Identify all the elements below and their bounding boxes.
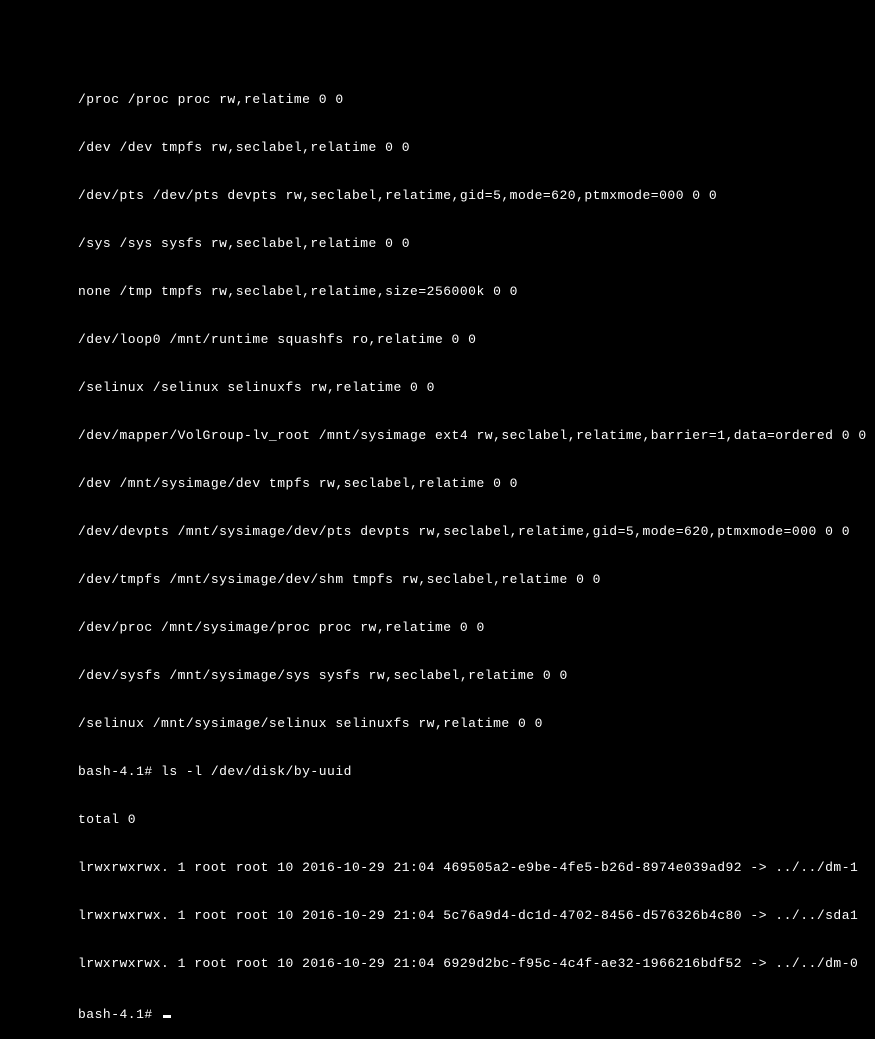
mount-line: /dev/mapper/VolGroup-lv_root /mnt/sysima… [78, 428, 875, 444]
ls-line: lrwxrwxrwx. 1 root root 10 2016-10-29 21… [78, 908, 875, 924]
ls-line: lrwxrwxrwx. 1 root root 10 2016-10-29 21… [78, 860, 875, 876]
mount-line: none /tmp tmpfs rw,seclabel,relatime,siz… [78, 284, 875, 300]
mount-line: /dev /dev tmpfs rw,seclabel,relatime 0 0 [78, 140, 875, 156]
terminal-output[interactable]: /proc /proc proc rw,relatime 0 0 /dev /d… [78, 60, 875, 1039]
mount-line: /dev/pts /dev/pts devpts rw,seclabel,rel… [78, 188, 875, 204]
mount-line: /dev/sysfs /mnt/sysimage/sys sysfs rw,se… [78, 668, 875, 684]
command-line: bash-4.1# ls -l /dev/disk/by-uuid [78, 764, 875, 780]
shell-prompt[interactable]: bash-4.1# [78, 1004, 875, 1023]
mount-line: /dev /mnt/sysimage/dev tmpfs rw,seclabel… [78, 476, 875, 492]
cursor-icon [163, 1015, 171, 1018]
mount-line: /dev/loop0 /mnt/runtime squashfs ro,rela… [78, 332, 875, 348]
mount-line: /selinux /mnt/sysimage/selinux selinuxfs… [78, 716, 875, 732]
mount-line: /selinux /selinux selinuxfs rw,relatime … [78, 380, 875, 396]
mount-line: /proc /proc proc rw,relatime 0 0 [78, 92, 875, 108]
output-line: total 0 [78, 812, 875, 828]
mount-line: /dev/proc /mnt/sysimage/proc proc rw,rel… [78, 620, 875, 636]
mount-line: /dev/devpts /mnt/sysimage/dev/pts devpts… [78, 524, 875, 540]
ls-line: lrwxrwxrwx. 1 root root 10 2016-10-29 21… [78, 956, 875, 972]
mount-line: /dev/tmpfs /mnt/sysimage/dev/shm tmpfs r… [78, 572, 875, 588]
prompt-text: bash-4.1# [78, 1007, 161, 1023]
mount-line: /sys /sys sysfs rw,seclabel,relatime 0 0 [78, 236, 875, 252]
